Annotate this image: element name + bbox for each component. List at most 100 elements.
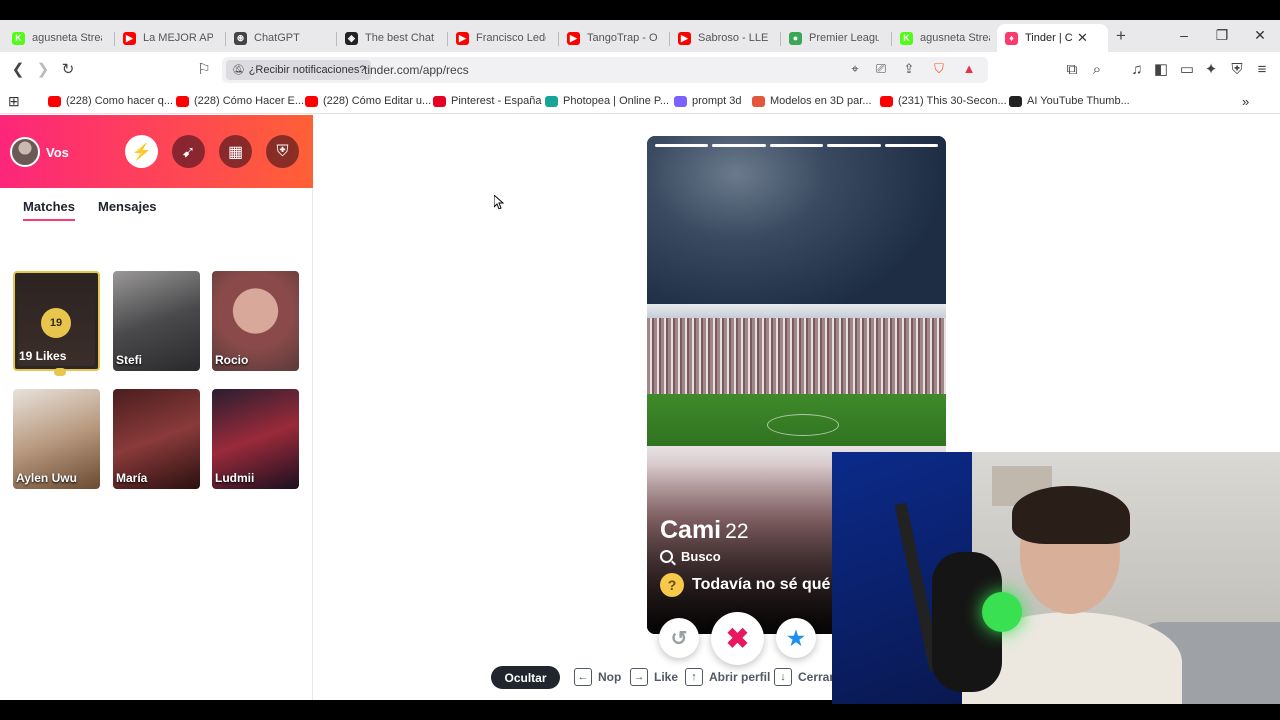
url-text[interactable]: tinder.com/app/recs <box>364 63 469 77</box>
vpn-icon[interactable]: ⛨ <box>1227 60 1247 80</box>
more-bookmarks-icon[interactable]: » <box>1242 93 1249 109</box>
tab-matches[interactable]: Matches <box>23 199 76 221</box>
match-card[interactable]: Stefi <box>113 271 200 371</box>
tab-7[interactable]: ▶ Sabroso - LLEG <box>670 24 781 52</box>
photo-progress-segment[interactable] <box>827 144 881 147</box>
bookmark-label: prompt 3d <box>692 95 742 107</box>
bookmark-item[interactable]: Photopea | Online P... <box>545 93 669 109</box>
notification-chip[interactable]: 🔕︎ ¿Recibir notificaciones? <box>226 60 372 80</box>
bookmark-favicon-icon <box>545 95 558 107</box>
boost-icon[interactable]: ⚡ <box>125 135 158 168</box>
photo-progress-segment[interactable] <box>712 144 766 147</box>
share-icon[interactable]: ⇪ <box>900 61 918 79</box>
reload-icon[interactable]: ↻ <box>58 60 78 80</box>
sidebar-icon[interactable]: ◧ <box>1151 60 1171 80</box>
tab-1[interactable]: Kagusneta Stream <box>4 24 115 52</box>
match-card[interactable]: María <box>113 389 200 489</box>
extensions-icon[interactable]: ⧉ <box>1062 60 1082 80</box>
wallet-icon[interactable]: ▭ <box>1177 60 1197 80</box>
looking-for-value: Todavía no sé qué <box>692 576 831 593</box>
new-tab-button[interactable]: + <box>1112 26 1130 48</box>
tab-8[interactable]: ● Premier League <box>781 24 892 52</box>
bookmark-favicon-icon <box>1009 95 1022 107</box>
safety-shield-icon[interactable]: ⛨ <box>266 135 299 168</box>
hint-close: ↓ Cerrar <box>774 668 834 686</box>
apps-grid-icon[interactable]: ⊞ <box>8 93 20 109</box>
tab-favicon-icon: ◈ <box>345 31 358 45</box>
brave-shield-icon[interactable]: ⛉ <box>930 61 948 79</box>
bookmark-label: Modelos en 3D par... <box>770 95 872 107</box>
bookmark-item[interactable]: (228) Como hacer q... <box>48 93 173 109</box>
bookmark-favicon-icon <box>48 95 61 107</box>
back-icon[interactable]: ❮ <box>8 60 28 80</box>
photo-progress-segment[interactable] <box>769 144 824 147</box>
menu-icon[interactable]: ≡ <box>1252 60 1272 80</box>
tab-close-icon[interactable]: ✕ <box>1077 30 1088 46</box>
match-card[interactable]: Aylen Uwu <box>13 389 100 489</box>
arrow-left-key-icon: ← <box>574 668 592 686</box>
explore-icon[interactable]: ➹ <box>172 135 205 168</box>
tab-messages[interactable]: Mensajes <box>98 199 157 214</box>
bookmark-favicon-icon <box>433 95 446 107</box>
tab-favicon-icon: ▶ <box>678 31 691 45</box>
match-name: María <box>116 471 148 485</box>
bookmark-item[interactable]: AI YouTube Thumb... <box>1009 93 1130 109</box>
hint-open-profile: ↑ Abrir perfil <box>685 668 770 686</box>
avatar[interactable] <box>10 137 40 167</box>
tab-9[interactable]: Kagusneta Strea <box>892 24 1003 52</box>
bookmark-label: Pinterest - España <box>451 95 542 107</box>
nope-button[interactable]: ✖ <box>711 612 764 665</box>
cast-icon[interactable]: ⎚ <box>872 61 890 79</box>
tab-10[interactable]: ♦ Tinder | Co ✕ <box>997 24 1108 52</box>
profile-age: 22 <box>725 520 749 543</box>
restore-button[interactable]: ❐ <box>1212 27 1232 44</box>
search-tab-icon[interactable]: ⌕ <box>1087 60 1107 80</box>
hint-close-label: Cerrar <box>798 670 835 684</box>
tab-6[interactable]: ▶ TangoTrap - Os <box>559 24 670 52</box>
bell-off-icon: 🔕︎ <box>232 64 245 76</box>
brave-rewards-icon[interactable]: ▲ <box>960 61 978 79</box>
tab-favicon-icon: K <box>900 31 913 45</box>
bookmark-item[interactable]: Modelos en 3D par... <box>752 93 872 109</box>
tab-5[interactable]: ▶ Francisco Lede <box>448 24 559 52</box>
superlike-button[interactable]: ★ <box>776 618 816 658</box>
address-bar[interactable]: 🔕︎ ¿Recibir notificaciones? tinder.com/a… <box>222 57 988 83</box>
notification-chip-label: ¿Recibir notificaciones? <box>248 64 366 76</box>
match-card[interactable]: Ludmii <box>212 389 299 489</box>
photo-progress-segment[interactable] <box>884 144 939 147</box>
likes-count-badge: 19 <box>41 308 71 338</box>
hide-hints-button[interactable]: Ocultar <box>491 666 560 689</box>
bookmarks-bar: ⊞ » (228) Como hacer q... (228) Cómo Hace… <box>0 88 1280 114</box>
briefcase-icon[interactable]: ▦ <box>219 135 252 168</box>
photo-progress-segment[interactable] <box>655 144 709 147</box>
bookmark-label: (228) Cómo Editar u... <box>323 95 432 107</box>
hint-like-label: Like <box>654 670 679 684</box>
bookmark-label: (228) Como hacer q... <box>66 95 173 107</box>
sidebar-header: Vos ⚡ ➹ ▦ ⛨ <box>0 115 313 188</box>
close-window-button[interactable]: ✕ <box>1250 27 1270 44</box>
profile-name: Cami <box>660 516 722 544</box>
hint-nope-label: Nop <box>598 670 622 684</box>
bookmark-item[interactable]: Pinterest - España <box>433 93 542 109</box>
bookmark-item[interactable]: (228) Cómo Editar u... <box>305 93 431 109</box>
bookmark-favicon-icon <box>176 95 189 107</box>
profile-label[interactable]: Vos <box>46 145 69 160</box>
leo-ai-icon[interactable]: ✦ <box>1201 60 1221 80</box>
bookmark-item[interactable]: (228) Cómo Hacer E... <box>176 93 304 109</box>
media-icon[interactable]: ♫ <box>1127 60 1147 80</box>
minimize-button[interactable]: – <box>1174 27 1194 43</box>
tab-3[interactable]: ⊛ ChatGPT <box>226 24 337 52</box>
rewind-button[interactable]: ↺ <box>659 618 699 658</box>
bookmark-icon[interactable]: ⚐ <box>194 60 214 80</box>
match-name: Stefi <box>116 353 143 367</box>
likes-card[interactable]: 19 19 Likes <box>13 271 100 371</box>
forward-icon[interactable]: ❯ <box>33 60 53 80</box>
bookmark-label: (231) This 30-Secon... <box>898 95 1007 107</box>
location-icon[interactable]: ⌖ <box>846 61 864 79</box>
bookmark-item[interactable]: (231) This 30-Secon... <box>880 93 1007 109</box>
tab-2[interactable]: ▶ La MEJOR APER <box>115 24 226 52</box>
match-card[interactable]: Rocio <box>212 271 299 371</box>
tab-4[interactable]: ◈ The best ChatB <box>337 24 448 52</box>
bookmark-item[interactable]: prompt 3d <box>674 93 742 109</box>
hint-open-profile-label: Abrir perfil <box>709 670 771 684</box>
